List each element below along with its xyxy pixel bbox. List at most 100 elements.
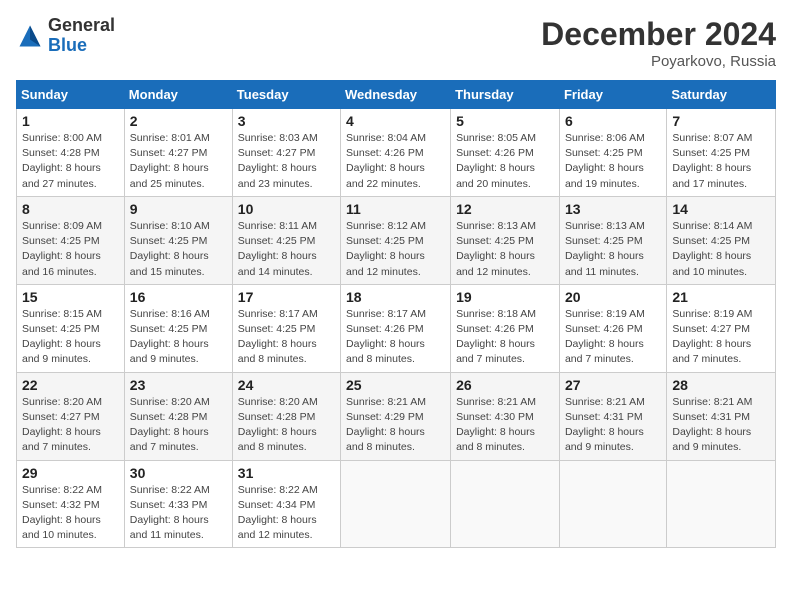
logo-icon <box>16 22 44 50</box>
calendar-cell <box>451 460 560 548</box>
calendar-header-row: SundayMondayTuesdayWednesdayThursdayFrid… <box>17 81 776 109</box>
day-number: 29 <box>22 465 119 481</box>
calendar-cell <box>341 460 451 548</box>
calendar-header-sunday: Sunday <box>17 81 125 109</box>
day-number: 12 <box>456 201 554 217</box>
day-info: Sunrise: 8:03 AM Sunset: 4:27 PM Dayligh… <box>238 131 335 192</box>
calendar-cell: 31 Sunrise: 8:22 AM Sunset: 4:34 PM Dayli… <box>232 460 340 548</box>
calendar-cell: 15 Sunrise: 8:15 AM Sunset: 4:25 PM Dayli… <box>17 284 125 372</box>
calendar-cell: 3 Sunrise: 8:03 AM Sunset: 4:27 PM Daylig… <box>232 109 340 197</box>
day-number: 31 <box>238 465 335 481</box>
day-info: Sunrise: 8:14 AM Sunset: 4:25 PM Dayligh… <box>672 219 770 280</box>
day-number: 2 <box>130 113 227 129</box>
day-number: 26 <box>456 377 554 393</box>
calendar-cell: 1Sunrise: 8:00 AM Sunset: 4:28 PM Daylig… <box>17 109 125 197</box>
day-info: Sunrise: 8:21 AM Sunset: 4:30 PM Dayligh… <box>456 395 554 456</box>
day-info: Sunrise: 8:22 AM Sunset: 4:33 PM Dayligh… <box>130 483 227 544</box>
calendar-cell: 11 Sunrise: 8:12 AM Sunset: 4:25 PM Dayli… <box>341 196 451 284</box>
day-number: 15 <box>22 289 119 305</box>
day-number: 30 <box>130 465 227 481</box>
day-info: Sunrise: 8:07 AM Sunset: 4:25 PM Dayligh… <box>672 131 770 192</box>
day-number: 28 <box>672 377 770 393</box>
day-info: Sunrise: 8:10 AM Sunset: 4:25 PM Dayligh… <box>130 219 227 280</box>
calendar-cell: 13 Sunrise: 8:13 AM Sunset: 4:25 PM Dayli… <box>559 196 666 284</box>
calendar-week-row: 8Sunrise: 8:09 AM Sunset: 4:25 PM Daylig… <box>17 196 776 284</box>
logo: General Blue <box>16 16 115 56</box>
day-number: 16 <box>130 289 227 305</box>
day-info: Sunrise: 8:05 AM Sunset: 4:26 PM Dayligh… <box>456 131 554 192</box>
calendar-cell: 22 Sunrise: 8:20 AM Sunset: 4:27 PM Dayli… <box>17 372 125 460</box>
day-info: Sunrise: 8:09 AM Sunset: 4:25 PM Dayligh… <box>22 219 119 280</box>
calendar-header-wednesday: Wednesday <box>341 81 451 109</box>
logo-general: General <box>48 15 115 35</box>
calendar-cell: 8Sunrise: 8:09 AM Sunset: 4:25 PM Daylig… <box>17 196 125 284</box>
logo-blue: Blue <box>48 35 87 55</box>
day-number: 22 <box>22 377 119 393</box>
day-info: Sunrise: 8:15 AM Sunset: 4:25 PM Dayligh… <box>22 307 119 368</box>
day-info: Sunrise: 8:21 AM Sunset: 4:31 PM Dayligh… <box>672 395 770 456</box>
calendar-cell: 28 Sunrise: 8:21 AM Sunset: 4:31 PM Dayli… <box>667 372 776 460</box>
day-info: Sunrise: 8:06 AM Sunset: 4:25 PM Dayligh… <box>565 131 661 192</box>
calendar-cell: 12 Sunrise: 8:13 AM Sunset: 4:25 PM Dayli… <box>451 196 560 284</box>
day-number: 6 <box>565 113 661 129</box>
calendar-cell <box>667 460 776 548</box>
day-number: 7 <box>672 113 770 129</box>
calendar-header-tuesday: Tuesday <box>232 81 340 109</box>
day-info: Sunrise: 8:13 AM Sunset: 4:25 PM Dayligh… <box>565 219 661 280</box>
day-number: 9 <box>130 201 227 217</box>
day-info: Sunrise: 8:20 AM Sunset: 4:28 PM Dayligh… <box>238 395 335 456</box>
calendar-cell: 20Sunrise: 8:19 AM Sunset: 4:26 PM Dayli… <box>559 284 666 372</box>
day-info: Sunrise: 8:00 AM Sunset: 4:28 PM Dayligh… <box>22 131 119 192</box>
day-info: Sunrise: 8:11 AM Sunset: 4:25 PM Dayligh… <box>238 219 335 280</box>
day-number: 24 <box>238 377 335 393</box>
month-title: December 2024 <box>541 16 776 53</box>
calendar-table: SundayMondayTuesdayWednesdayThursdayFrid… <box>16 80 776 548</box>
calendar-cell <box>559 460 666 548</box>
day-number: 13 <box>565 201 661 217</box>
calendar-header-friday: Friday <box>559 81 666 109</box>
day-info: Sunrise: 8:12 AM Sunset: 4:25 PM Dayligh… <box>346 219 445 280</box>
day-number: 23 <box>130 377 227 393</box>
day-info: Sunrise: 8:19 AM Sunset: 4:27 PM Dayligh… <box>672 307 770 368</box>
calendar-cell: 2 Sunrise: 8:01 AM Sunset: 4:27 PM Daylig… <box>124 109 232 197</box>
day-info: Sunrise: 8:22 AM Sunset: 4:32 PM Dayligh… <box>22 483 119 544</box>
calendar-header-saturday: Saturday <box>667 81 776 109</box>
calendar-cell: 25 Sunrise: 8:21 AM Sunset: 4:29 PM Dayli… <box>341 372 451 460</box>
calendar-cell: 14Sunrise: 8:14 AM Sunset: 4:25 PM Dayli… <box>667 196 776 284</box>
day-info: Sunrise: 8:21 AM Sunset: 4:29 PM Dayligh… <box>346 395 445 456</box>
calendar-week-row: 29 Sunrise: 8:22 AM Sunset: 4:32 PM Dayli… <box>17 460 776 548</box>
calendar-cell: 6 Sunrise: 8:06 AM Sunset: 4:25 PM Daylig… <box>559 109 666 197</box>
day-number: 25 <box>346 377 445 393</box>
calendar-header-monday: Monday <box>124 81 232 109</box>
day-number: 18 <box>346 289 445 305</box>
title-block: December 2024 Poyarkovo, Russia <box>541 16 776 70</box>
day-number: 4 <box>346 113 445 129</box>
day-info: Sunrise: 8:04 AM Sunset: 4:26 PM Dayligh… <box>346 131 445 192</box>
calendar-cell: 10 Sunrise: 8:11 AM Sunset: 4:25 PM Dayli… <box>232 196 340 284</box>
calendar-cell: 18Sunrise: 8:17 AM Sunset: 4:26 PM Dayli… <box>341 284 451 372</box>
calendar-cell: 26 Sunrise: 8:21 AM Sunset: 4:30 PM Dayli… <box>451 372 560 460</box>
day-number: 11 <box>346 201 445 217</box>
calendar-cell: 4 Sunrise: 8:04 AM Sunset: 4:26 PM Daylig… <box>341 109 451 197</box>
page-header: General Blue December 2024 Poyarkovo, Ru… <box>16 16 776 70</box>
calendar-cell: 21 Sunrise: 8:19 AM Sunset: 4:27 PM Dayli… <box>667 284 776 372</box>
calendar-cell: 27 Sunrise: 8:21 AM Sunset: 4:31 PM Dayli… <box>559 372 666 460</box>
logo-text: General Blue <box>48 16 115 56</box>
day-info: Sunrise: 8:01 AM Sunset: 4:27 PM Dayligh… <box>130 131 227 192</box>
calendar-week-row: 15 Sunrise: 8:15 AM Sunset: 4:25 PM Dayli… <box>17 284 776 372</box>
day-info: Sunrise: 8:22 AM Sunset: 4:34 PM Dayligh… <box>238 483 335 544</box>
day-info: Sunrise: 8:21 AM Sunset: 4:31 PM Dayligh… <box>565 395 661 456</box>
day-number: 3 <box>238 113 335 129</box>
day-info: Sunrise: 8:16 AM Sunset: 4:25 PM Dayligh… <box>130 307 227 368</box>
calendar-header-thursday: Thursday <box>451 81 560 109</box>
day-info: Sunrise: 8:20 AM Sunset: 4:27 PM Dayligh… <box>22 395 119 456</box>
calendar-week-row: 1Sunrise: 8:00 AM Sunset: 4:28 PM Daylig… <box>17 109 776 197</box>
location-subtitle: Poyarkovo, Russia <box>541 53 776 70</box>
day-number: 17 <box>238 289 335 305</box>
day-number: 27 <box>565 377 661 393</box>
day-number: 21 <box>672 289 770 305</box>
day-info: Sunrise: 8:19 AM Sunset: 4:26 PM Dayligh… <box>565 307 661 368</box>
day-info: Sunrise: 8:13 AM Sunset: 4:25 PM Dayligh… <box>456 219 554 280</box>
day-number: 10 <box>238 201 335 217</box>
calendar-cell: 29 Sunrise: 8:22 AM Sunset: 4:32 PM Dayli… <box>17 460 125 548</box>
